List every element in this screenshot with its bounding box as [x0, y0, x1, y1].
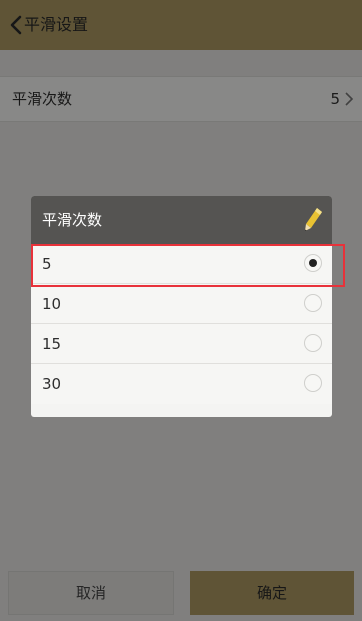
radio-unselected-icon[interactable]: [304, 294, 322, 312]
option-30[interactable]: 30: [31, 364, 332, 404]
option-label: 5: [42, 255, 52, 273]
option-5[interactable]: 5: [31, 244, 332, 284]
radio-unselected-icon[interactable]: [304, 374, 322, 392]
dialog-header: 平滑次数: [31, 196, 332, 244]
option-15[interactable]: 15: [31, 324, 332, 364]
radio-selected-icon[interactable]: [304, 254, 322, 272]
radio-unselected-icon[interactable]: [304, 334, 322, 352]
option-label: 10: [42, 295, 62, 313]
option-10[interactable]: 10: [31, 284, 332, 324]
dialog-title: 平滑次数: [42, 211, 103, 229]
option-label: 15: [42, 335, 62, 353]
option-label: 30: [42, 375, 62, 393]
pencil-icon: [305, 208, 322, 231]
smoothing-count-dialog: 平滑次数 5 10 15 30: [31, 196, 332, 417]
